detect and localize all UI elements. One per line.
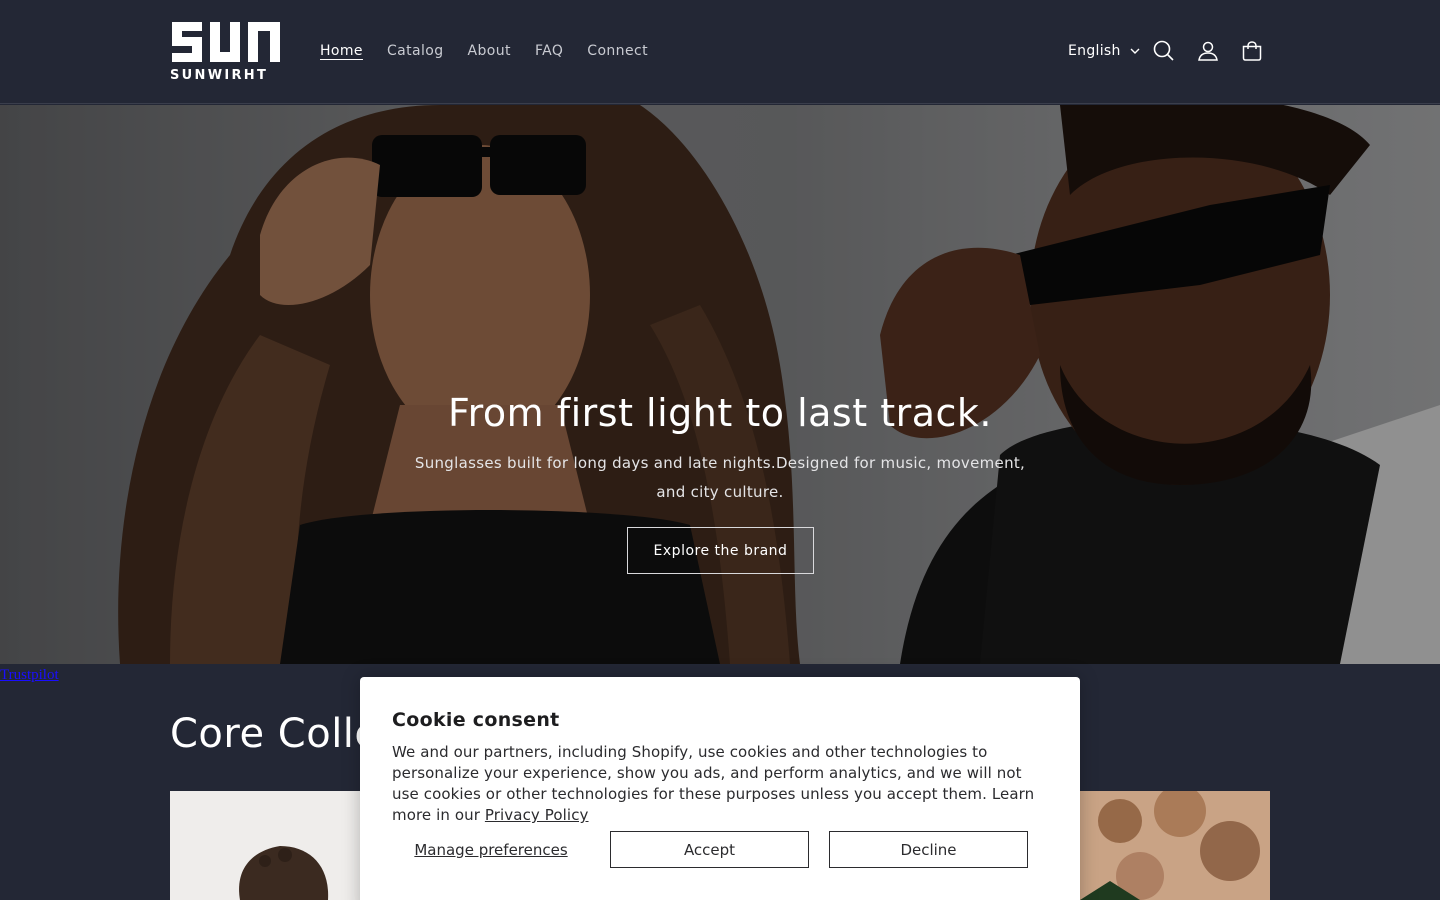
- logo-mark: [172, 22, 280, 62]
- cart-icon[interactable]: [1239, 38, 1265, 64]
- brand-wordmark: SUNWIRHT: [170, 68, 269, 83]
- hero-title: From first light to last track.: [448, 391, 992, 435]
- cookie-consent-dialog: Cookie consent We and our partners, incl…: [360, 677, 1080, 900]
- language-label: English: [1068, 43, 1121, 59]
- cookie-description: We and our partners, including Shopify, …: [392, 742, 1052, 826]
- cookie-title: Cookie consent: [392, 709, 560, 731]
- product-card-image[interactable]: [1080, 791, 1270, 900]
- account-icon[interactable]: [1195, 38, 1221, 64]
- chevron-down-icon: [1130, 48, 1140, 54]
- decline-button[interactable]: Decline: [829, 831, 1028, 868]
- hero-banner: From first light to last track. Sunglass…: [0, 105, 1440, 664]
- manage-preferences-button[interactable]: Manage preferences: [392, 831, 590, 868]
- hero-overlay: [0, 105, 1440, 664]
- trustpilot-link[interactable]: Trustpilot: [0, 667, 59, 684]
- hero-subtitle: Sunglasses built for long days and late …: [414, 454, 1026, 501]
- product-card-image[interactable]: [170, 791, 370, 900]
- main-nav: Home Catalog About FAQ Connect: [308, 40, 660, 62]
- nav-item-catalog[interactable]: Catalog: [375, 40, 456, 62]
- nav-item-home[interactable]: Home: [308, 40, 375, 62]
- nav-item-faq[interactable]: FAQ: [523, 40, 575, 62]
- accept-button[interactable]: Accept: [610, 831, 809, 868]
- language-selector[interactable]: English: [1068, 40, 1140, 62]
- product-photo: [1080, 791, 1270, 900]
- product-photo: [170, 791, 370, 900]
- nav-item-connect[interactable]: Connect: [575, 40, 660, 62]
- search-icon[interactable]: [1151, 38, 1177, 64]
- site-header: SUNWIRHT Home Catalog About FAQ Connect …: [0, 0, 1440, 104]
- nav-item-about[interactable]: About: [456, 40, 523, 62]
- brand-logo[interactable]: SUNWIRHT: [170, 20, 282, 86]
- privacy-policy-link[interactable]: Privacy Policy: [485, 806, 589, 824]
- explore-brand-button[interactable]: Explore the brand: [627, 527, 814, 574]
